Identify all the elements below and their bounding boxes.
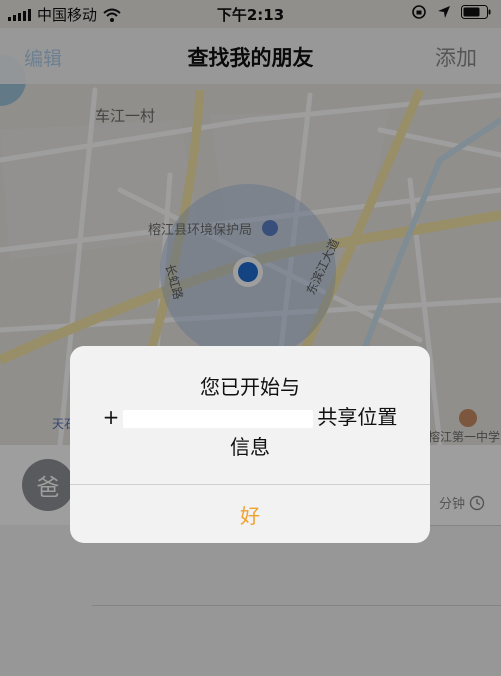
alert-line-2: + 共享位置 — [90, 402, 410, 432]
modal-overlay — [0, 0, 501, 676]
alert-phone-prefix: + — [102, 405, 120, 429]
alert-line-2-suffix: 共享位置 — [317, 405, 398, 429]
redacted-contact — [123, 409, 314, 428]
alert-message: 您已开始与 + 共享位置 信息 — [90, 372, 410, 462]
alert-line-1: 您已开始与 — [200, 375, 300, 399]
share-location-alert: 您已开始与 + 共享位置 信息 好 — [70, 346, 430, 543]
ok-button[interactable]: 好 — [70, 485, 430, 543]
alert-line-3: 信息 — [230, 435, 270, 459]
